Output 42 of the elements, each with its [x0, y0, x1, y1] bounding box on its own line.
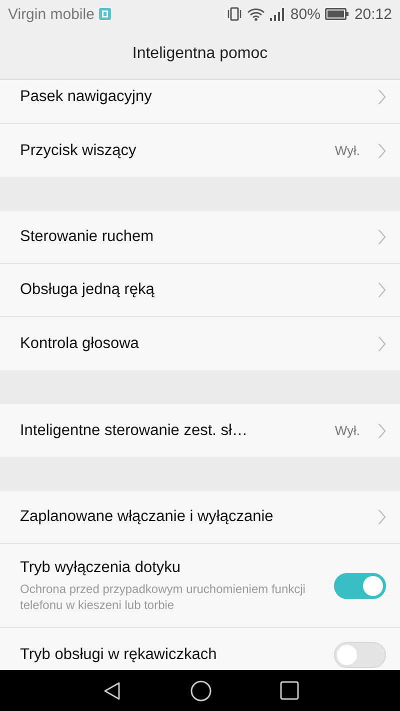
settings-row[interactable]: Przycisk wiszący Wył.: [0, 124, 400, 177]
chevron-icon: [378, 89, 386, 105]
row-label: Kontrola głosowa: [20, 334, 140, 352]
chevron-icon: [378, 142, 386, 158]
carrier-name: Virgin mobile: [8, 6, 94, 22]
chevron-icon: [378, 336, 386, 352]
settings-row[interactable]: Kontrola głosowa: [0, 317, 400, 370]
row-value: Wył.: [334, 423, 360, 438]
chevron-icon: [378, 229, 386, 245]
settings-row[interactable]: Pasek nawigacyjny: [0, 80, 400, 124]
row-value: Wył.: [334, 143, 360, 158]
chevron-icon: [378, 509, 386, 525]
chevron-icon: [378, 422, 386, 438]
toggle-switch[interactable]: [334, 642, 386, 668]
battery-percent: 80%: [290, 6, 320, 22]
row-label: Tryb obsługi w rękawiczkach: [20, 646, 218, 664]
home-icon[interactable]: [190, 680, 212, 702]
settings-row[interactable]: Obsługa jedną ręką: [0, 264, 400, 317]
row-label: Pasek nawigacyjny: [20, 88, 153, 106]
recents-icon[interactable]: [280, 681, 298, 700]
screen-title: Inteligentna pomoc: [132, 44, 268, 62]
row-label: Sterowanie ruchem: [20, 228, 155, 246]
row-label: Tryb wyłączenia dotyku: [20, 558, 182, 576]
vibrate-icon: [227, 7, 242, 21]
row-label: Zaplanowane włączanie i wyłączanie: [20, 508, 274, 526]
chevron-icon: [378, 282, 386, 298]
settings-row[interactable]: Inteligentne sterowanie zest. sł… Wył.: [0, 404, 400, 457]
settings-row[interactable]: Tryb obsługi w rękawiczkach: [0, 628, 400, 670]
row-label: Przycisk wiszący: [20, 142, 138, 160]
wifi-icon: [247, 8, 266, 20]
settings-row[interactable]: Sterowanie ruchem: [0, 211, 400, 264]
signal-icon: [270, 8, 286, 20]
row-label: Obsługa jedną ręką: [20, 281, 156, 299]
battery-icon: [325, 8, 350, 20]
row-label: Inteligentne sterowanie zest. sł…: [20, 422, 248, 440]
toggle-switch[interactable]: [334, 572, 386, 598]
row-description: Ochrona przed przypadkowym uruchomieniem funkcji telefonu w kieszeni lub torbie: [20, 580, 306, 612]
settings-row[interactable]: Tryb wyłączenia dotyku Ochrona przed przypadkowym uruchomieniem funkcji telefonu w kieszeni lub torbie: [0, 544, 400, 628]
sim-icon: [99, 8, 112, 20]
settings-row[interactable]: Zaplanowane włączanie i wyłączanie: [0, 491, 400, 544]
clock-time: 20:12: [354, 6, 392, 22]
back-icon[interactable]: [102, 680, 122, 700]
